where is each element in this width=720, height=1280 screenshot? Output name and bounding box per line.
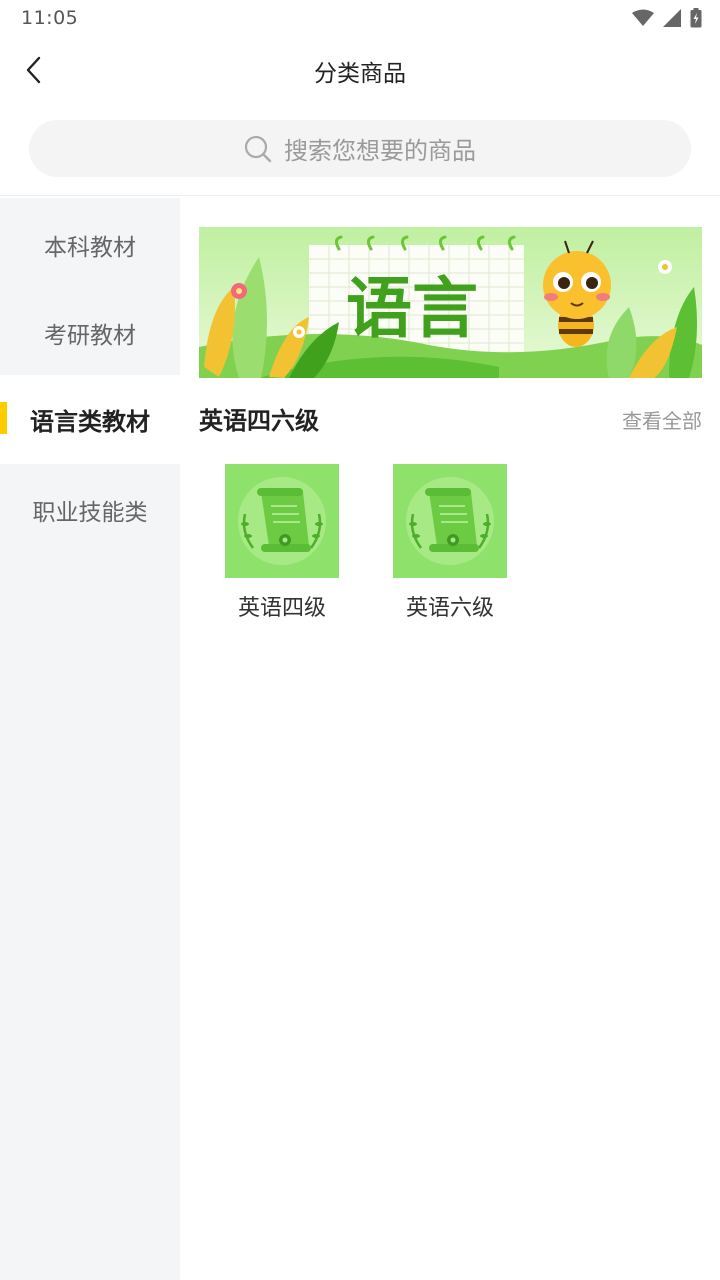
status-time: 11:05 xyxy=(21,7,79,29)
search-icon xyxy=(244,135,272,162)
search-input[interactable]: 搜索您想要的商品 xyxy=(29,120,691,177)
product-thumbnail xyxy=(393,464,507,578)
sidebar-item-label: 考研教材 xyxy=(44,322,136,349)
search-placeholder: 搜索您想要的商品 xyxy=(284,137,476,165)
status-bar: 11:05 xyxy=(0,0,720,38)
page-title: 分类商品 xyxy=(314,61,406,87)
category-content: 语言 英语四六级 查看全部 英语四级 英语六级 xyxy=(180,198,720,1280)
category-sidebar: 本科教材 考研教材 语言类教材 职业技能类 xyxy=(0,198,180,1280)
sidebar-item-label: 本科教材 xyxy=(44,234,136,261)
search-area: 搜索您想要的商品 xyxy=(0,100,720,196)
status-icons xyxy=(632,8,702,28)
signal-icon xyxy=(663,9,681,27)
battery-charging-icon xyxy=(690,8,702,28)
sidebar-item-undergrad[interactable]: 本科教材 xyxy=(0,200,180,289)
banner-text: 语言 xyxy=(346,270,478,347)
sidebar-item-label: 职业技能类 xyxy=(32,499,148,526)
view-all-link[interactable]: 查看全部 xyxy=(622,405,702,434)
wifi-icon xyxy=(632,9,654,26)
sidebar-item-label: 语言类教材 xyxy=(30,408,150,436)
product-label: 英语六级 xyxy=(405,596,494,621)
category-banner[interactable]: 语言 xyxy=(199,227,702,378)
certificate-scroll-icon xyxy=(238,477,326,565)
nav-bar: 分类商品 xyxy=(0,38,720,100)
certificate-scroll-icon xyxy=(406,477,494,565)
section-title: 英语四六级 xyxy=(199,407,319,435)
product-thumbnail xyxy=(225,464,339,578)
product-label: 英语四级 xyxy=(237,596,326,621)
sidebar-item-postgrad[interactable]: 考研教材 xyxy=(0,288,180,377)
sidebar-item-vocational[interactable]: 职业技能类 xyxy=(0,465,180,554)
sidebar-item-language[interactable]: 语言类教材 xyxy=(0,375,180,464)
active-indicator xyxy=(0,402,7,434)
banner-illustration: 语言 xyxy=(199,227,702,378)
